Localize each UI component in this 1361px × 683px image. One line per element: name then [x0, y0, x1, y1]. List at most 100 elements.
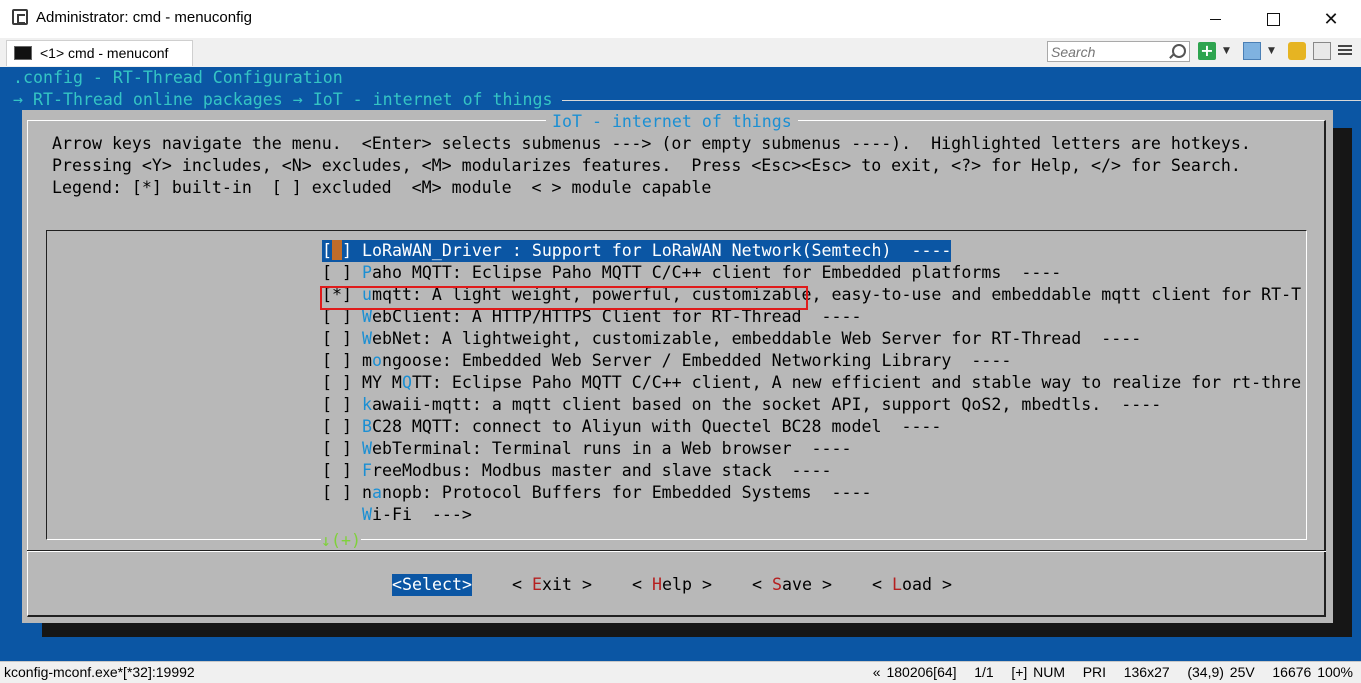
maximize-button[interactable]: [1244, 0, 1302, 38]
title-bar: Administrator: cmd - menuconfig ✕: [0, 0, 1361, 38]
save-button[interactable]: < Save >: [752, 574, 832, 596]
maximize-icon: [1266, 12, 1280, 26]
button-hotkey: L: [891, 575, 902, 594]
close-button[interactable]: ✕: [1302, 0, 1360, 38]
menu-item-label: awaii-mqtt: a mqtt client based on the s…: [371, 395, 1162, 414]
menu-item-label: ebTerminal: Terminal runs in a Web brows…: [371, 439, 852, 458]
menu-item-checkbox: [ ]: [322, 439, 362, 458]
breadcrumb: → RT-Thread online packages → IoT - inte…: [13, 90, 553, 109]
menu-item-checkbox: []: [322, 240, 362, 260]
menu-item-checkbox: [ ]: [322, 395, 362, 414]
console-tab[interactable]: <1> cmd - menuconf: [6, 40, 193, 66]
menu-item[interactable]: [ ] Paho MQTT: Eclipse Paho MQTT C/C++ c…: [322, 262, 1061, 284]
button-bracket-close: >: [571, 575, 592, 594]
exit-button[interactable]: < Exit >: [512, 574, 592, 596]
menu-item-hotkey: W: [361, 329, 372, 348]
menu-item-checkbox: [ ]: [322, 329, 362, 348]
menu-item-label: TT: Eclipse Paho MQTT C/C++ client, A ne…: [411, 373, 1302, 392]
menu-item[interactable]: [ ] WebTerminal: Terminal runs in a Web …: [322, 438, 852, 460]
menu-item-hotkey: o: [371, 351, 382, 370]
minimize-icon: [1209, 18, 1221, 20]
button-hotkey: E: [531, 575, 542, 594]
menuconfig-dialog: IoT - internet of things Arrow keys navi…: [22, 110, 1333, 623]
button-bracket-close: >: [811, 575, 832, 594]
button-bracket-open: <: [392, 575, 402, 594]
menu-item-label: reeModbus: Modbus master and slave stack…: [371, 461, 832, 480]
console-area: .config - RT-Thread Configuration → RT-T…: [0, 67, 1361, 661]
load-button[interactable]: < Load >: [872, 574, 952, 596]
menu-item-hotkey: P: [361, 263, 372, 282]
button-bracket-close: >: [931, 575, 952, 594]
view-dropdown-icon[interactable]: ▼: [1268, 46, 1278, 56]
menu-item-checkbox: [322, 505, 362, 524]
status-process: kconfig-mconf.exe*[*32]:19992: [4, 664, 195, 680]
select-button[interactable]: <Select>: [392, 574, 472, 596]
button-label: xit: [541, 575, 572, 594]
more-items-indicator: ↓(+): [321, 530, 361, 552]
status-bar: kconfig-mconf.exe*[*32]:19992 « 180206[6…: [0, 661, 1361, 683]
menu-item[interactable]: [ ] nanopb: Protocol Buffers for Embedde…: [322, 482, 871, 504]
cursor-block: [332, 240, 342, 260]
help-line-1: Arrow keys navigate the menu. <Enter> se…: [52, 134, 1251, 153]
status-info: « 180206[64] 1/1 [+] NUM PRI 136x27 (34,…: [872, 664, 1353, 680]
menu-item-label: nopb: Protocol Buffers for Embedded Syst…: [381, 483, 872, 502]
menu-item-checkbox: [ ]: [322, 461, 362, 480]
terminal-icon: [14, 46, 32, 60]
menu-item-hotkey: Q: [401, 373, 412, 392]
menu-item-label: aho MQTT: Eclipse Paho MQTT C/C++ client…: [371, 263, 1062, 282]
new-console-button[interactable]: +: [1198, 42, 1216, 60]
menu-item-hotkey: W: [361, 505, 372, 524]
button-label: Select: [402, 575, 462, 594]
menu-item-hotkey: L: [361, 241, 372, 260]
help-line-3: Legend: [*] built-in [ ] excluded <M> mo…: [52, 178, 712, 197]
menu-item-checkbox: [ ] m: [322, 351, 372, 370]
menu-item-label: C28 MQTT: connect to Aliyun with Quectel…: [371, 417, 942, 436]
menu-item-checkbox: [ ]: [322, 263, 362, 282]
console-app-icon: [12, 9, 28, 25]
button-label: oad: [901, 575, 932, 594]
lock-icon[interactable]: [1288, 42, 1306, 60]
button-bracket-open: <: [512, 575, 532, 594]
menu-item-checkbox: [ ] MY M: [322, 373, 402, 392]
menu-icon[interactable]: [1338, 43, 1352, 59]
menu-item[interactable]: [ ] BC28 MQTT: connect to Aliyun with Qu…: [322, 416, 941, 438]
config-title: .config - RT-Thread Configuration: [13, 68, 343, 87]
menu-item[interactable]: [ ] mongoose: Embedded Web Server / Embe…: [322, 350, 1011, 372]
search-icon[interactable]: [1172, 44, 1186, 58]
tab-toolbar: <1> cmd - menuconf + ▼ ▼: [0, 38, 1361, 67]
button-bracket-close: >: [691, 575, 712, 594]
plus-icon: +: [1200, 41, 1214, 60]
menu-item[interactable]: [ ] MY MQTT: Eclipse Paho MQTT C/C++ cli…: [322, 372, 1301, 394]
breadcrumb-rule: [562, 100, 1361, 101]
minimize-button[interactable]: [1186, 0, 1244, 38]
button-bracket-close: >: [461, 575, 472, 594]
highlight-annotation: [320, 286, 808, 310]
help-button[interactable]: < Help >: [632, 574, 712, 596]
view-button[interactable]: [1243, 42, 1261, 60]
menu-item-checkbox: [ ]: [322, 417, 362, 436]
menu-item-hotkey: B: [361, 417, 372, 436]
menu-item[interactable]: Wi-Fi --->: [322, 504, 472, 526]
menu-item-label: oRaWAN_Driver : Support for LoRaWAN Netw…: [371, 241, 952, 260]
menu-item-hotkey: W: [361, 439, 372, 458]
search-field: [1047, 41, 1190, 62]
button-bracket-open: <: [872, 575, 892, 594]
button-hotkey: S: [771, 575, 782, 594]
menu-item-label: ebNet: A lightweight, customizable, embe…: [371, 329, 1142, 348]
menu-item[interactable]: [ ] kawaii-mqtt: a mqtt client based on …: [322, 394, 1161, 416]
menu-item-hotkey: k: [361, 395, 372, 414]
search-input[interactable]: [1048, 42, 1172, 62]
button-bracket-open: <: [632, 575, 652, 594]
menu-item[interactable]: [ ] FreeModbus: Modbus master and slave …: [322, 460, 832, 482]
dialog-title: IoT - internet of things: [546, 111, 798, 133]
menu-item-hotkey: F: [361, 461, 372, 480]
help-line-2: Pressing <Y> includes, <N> excludes, <M>…: [52, 156, 1241, 175]
button-bracket-open: <: [752, 575, 772, 594]
menu-item-label: i-Fi --->: [371, 505, 472, 524]
new-console-dropdown-icon[interactable]: ▼: [1223, 46, 1233, 56]
menu-item[interactable]: [] LoRaWAN_Driver : Support for LoRaWAN …: [322, 240, 952, 262]
menu-item[interactable]: [ ] WebNet: A lightweight, customizable,…: [322, 328, 1141, 350]
window-title: Administrator: cmd - menuconfig: [36, 9, 252, 26]
menu-item-hotkey: a: [371, 483, 382, 502]
panel-icon[interactable]: [1313, 42, 1331, 60]
